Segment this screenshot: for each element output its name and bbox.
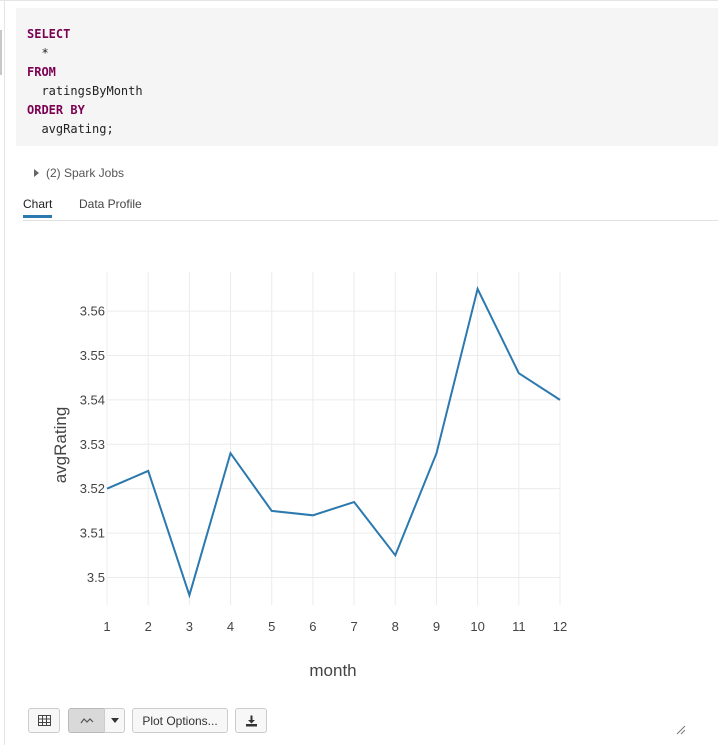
x-tick-label: 11 <box>512 619 526 634</box>
x-tick-label: 8 <box>392 619 399 634</box>
chart-ticks: 1 2 3 4 5 6 7 8 9 10 11 123.53.513.523.533.543.553.… <box>80 304 568 634</box>
line-chart-view-button[interactable] <box>68 708 105 733</box>
x-tick-label: 2 <box>145 619 152 634</box>
y-tick-label: 3.55 <box>80 348 105 363</box>
plot-options-button[interactable]: Plot Options... <box>132 708 228 733</box>
y-tick-label: 3.51 <box>80 526 105 541</box>
x-tick-label: 12 <box>553 619 567 634</box>
x-tick-label: 4 <box>227 619 234 634</box>
x-tick-label: 10 <box>470 619 484 634</box>
y-tick-label: 3.5 <box>87 570 105 585</box>
chart-type-dropdown[interactable] <box>104 708 125 733</box>
x-axis-label: month <box>309 661 356 680</box>
y-axis-label: avgRating <box>51 407 70 484</box>
chart-grid <box>106 272 561 605</box>
x-tick-label: 6 <box>309 619 316 634</box>
line-chart-icon <box>80 717 94 725</box>
y-tick-label: 3.52 <box>80 481 105 496</box>
table-view-button[interactable] <box>28 708 60 733</box>
y-tick-label: 3.53 <box>80 437 105 452</box>
chevron-down-icon <box>110 718 119 723</box>
series-line <box>106 285 561 599</box>
y-tick-label: 3.54 <box>80 392 105 407</box>
line-chart: 1 2 3 4 5 6 7 8 9 10 11 123.53.513.523.533.543.553.… <box>51 272 568 680</box>
download-button[interactable] <box>235 708 267 733</box>
x-tick-label: 9 <box>433 619 440 634</box>
y-tick-label: 3.56 <box>80 304 105 319</box>
x-tick-label: 3 <box>186 619 193 634</box>
table-icon <box>37 715 51 726</box>
resize-handle-icon[interactable] <box>674 723 686 735</box>
download-icon <box>245 715 258 727</box>
x-tick-label: 5 <box>268 619 275 634</box>
x-tick-label: 7 <box>350 619 357 634</box>
x-tick-label: 1 <box>103 619 110 634</box>
